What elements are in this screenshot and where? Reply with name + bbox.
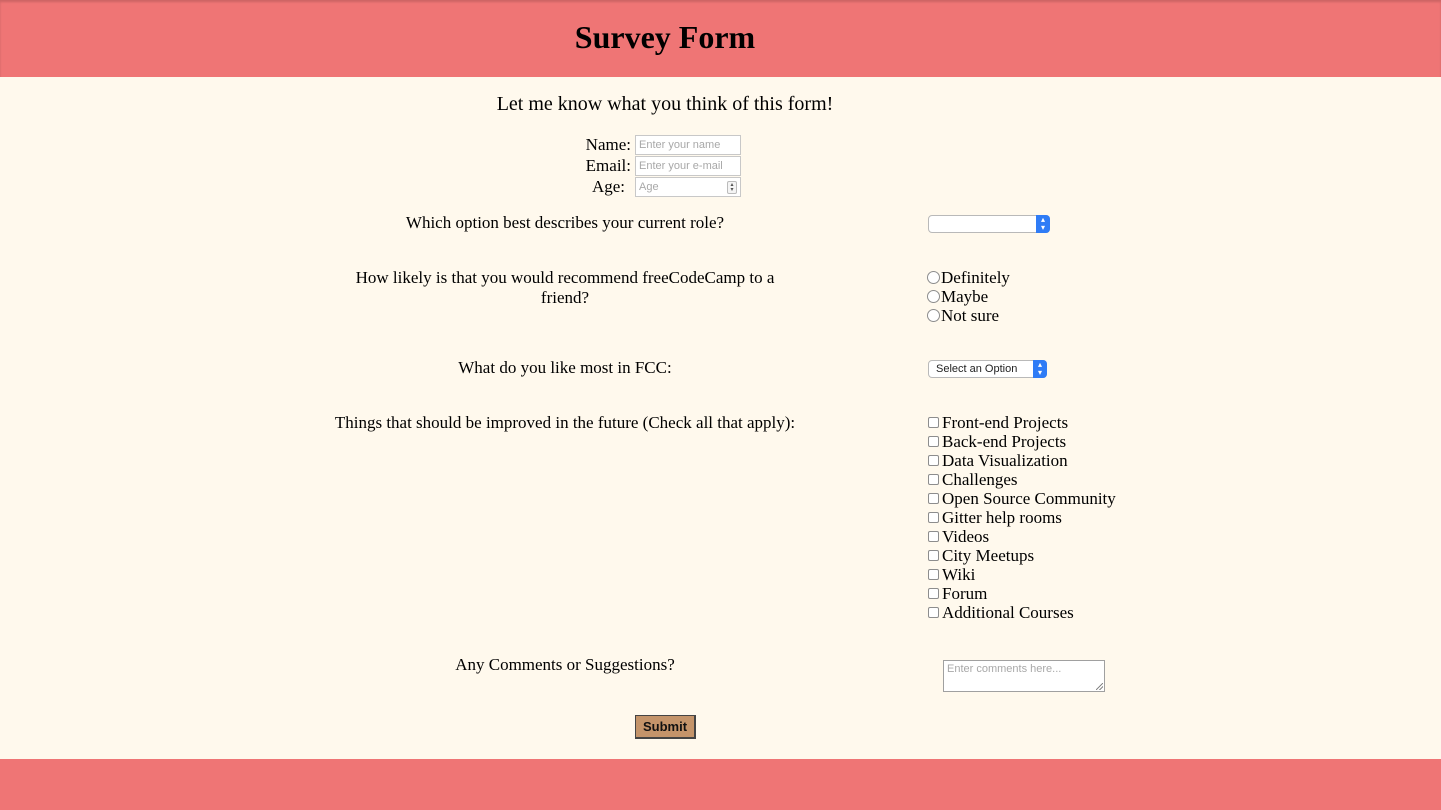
checkbox-icon[interactable] xyxy=(928,436,939,447)
email-input[interactable] xyxy=(635,156,741,176)
checkbox-option-label: Front-end Projects xyxy=(942,413,1069,432)
name-input[interactable] xyxy=(635,135,741,155)
name-label: Name: xyxy=(585,135,631,154)
checkbox-option-label: Data Visualization xyxy=(942,451,1068,470)
checkbox-option-label: Open Source Community xyxy=(942,489,1116,508)
checkbox-option[interactable]: Wiki xyxy=(928,565,975,584)
checkbox-option-label: Additional Courses xyxy=(942,603,1074,622)
radio-option[interactable]: Not sure xyxy=(927,306,999,325)
like-most-select[interactable]: Select an Option ▴ ▾ xyxy=(928,360,1047,378)
checkbox-option[interactable]: Challenges xyxy=(928,470,1018,489)
role-select[interactable]: ▴ ▾ xyxy=(928,215,1050,233)
page-title: Survey Form xyxy=(574,19,756,55)
checkbox-option[interactable]: Back-end Projects xyxy=(928,432,1066,451)
checkbox-icon[interactable] xyxy=(928,417,939,428)
checkbox-icon[interactable] xyxy=(928,588,939,599)
email-label: Email: xyxy=(585,156,631,175)
checkbox-option-label: Wiki xyxy=(942,565,976,584)
checkbox-option-label: Gitter help rooms xyxy=(942,508,1062,527)
checkbox-option[interactable]: Videos xyxy=(928,527,989,546)
submit-button[interactable]: Submit xyxy=(635,715,696,739)
checkbox-option-label: Forum xyxy=(942,584,988,603)
radio-icon[interactable] xyxy=(927,271,940,284)
radio-option-label: Maybe xyxy=(941,287,989,306)
checkbox-icon[interactable] xyxy=(928,474,939,485)
improve-question: Things that should be improved in the fu… xyxy=(334,413,796,432)
checkbox-option[interactable]: Data Visualization xyxy=(928,451,1068,470)
comments-textarea[interactable]: Enter comments here... xyxy=(943,660,1105,692)
radio-icon[interactable] xyxy=(927,309,940,322)
chevron-updown-icon: ▴ ▾ xyxy=(1036,215,1050,233)
comments-placeholder: Enter comments here... xyxy=(947,663,1062,675)
age-stepper-icon[interactable]: ▴ ▾ xyxy=(727,181,737,194)
recommend-question: How likely is that you would recommend f… xyxy=(355,268,775,307)
chevron-updown-icon: ▴ ▾ xyxy=(1033,360,1047,378)
checkbox-option[interactable]: Front-end Projects xyxy=(928,413,1068,432)
checkbox-icon[interactable] xyxy=(928,550,939,561)
radio-option[interactable]: Maybe xyxy=(927,287,988,306)
checkbox-option-label: Challenges xyxy=(942,470,1018,489)
checkbox-icon[interactable] xyxy=(928,569,939,580)
radio-option[interactable]: Definitely xyxy=(927,268,1010,287)
checkbox-icon[interactable] xyxy=(928,455,939,466)
footer-bar xyxy=(0,759,1441,810)
like-most-select-value: Select an Option xyxy=(936,363,1018,375)
checkbox-option[interactable]: City Meetups xyxy=(928,546,1034,565)
radio-option-label: Definitely xyxy=(941,268,1010,287)
checkbox-option[interactable]: Additional Courses xyxy=(928,603,1074,622)
age-label: Age: xyxy=(591,177,625,196)
radio-option-label: Not sure xyxy=(941,306,1000,325)
checkbox-icon[interactable] xyxy=(928,607,939,618)
checkbox-option[interactable]: Open Source Community xyxy=(928,489,1116,508)
checkbox-option[interactable]: Gitter help rooms xyxy=(928,508,1062,527)
radio-icon[interactable] xyxy=(927,290,940,303)
checkbox-icon[interactable] xyxy=(928,531,939,542)
checkbox-option-label: Back-end Projects xyxy=(942,432,1067,451)
checkbox-option-label: City Meetups xyxy=(942,546,1035,565)
age-field: ▴▾ xyxy=(635,177,741,197)
checkbox-icon[interactable] xyxy=(928,493,939,504)
checkbox-option[interactable]: Forum xyxy=(928,584,987,603)
checkbox-icon[interactable] xyxy=(928,512,939,523)
form-subtitle: Let me know what you think of this form! xyxy=(496,93,834,115)
comments-question: Any Comments or Suggestions? xyxy=(455,655,675,674)
role-question: Which option best describes your current… xyxy=(405,213,725,232)
header-bar: Survey Form xyxy=(0,0,1441,77)
resize-handle-icon[interactable] xyxy=(1096,683,1103,690)
age-input[interactable] xyxy=(635,177,741,197)
like-most-question: What do you like most in FCC: xyxy=(458,358,672,377)
checkbox-option-label: Videos xyxy=(942,527,990,546)
